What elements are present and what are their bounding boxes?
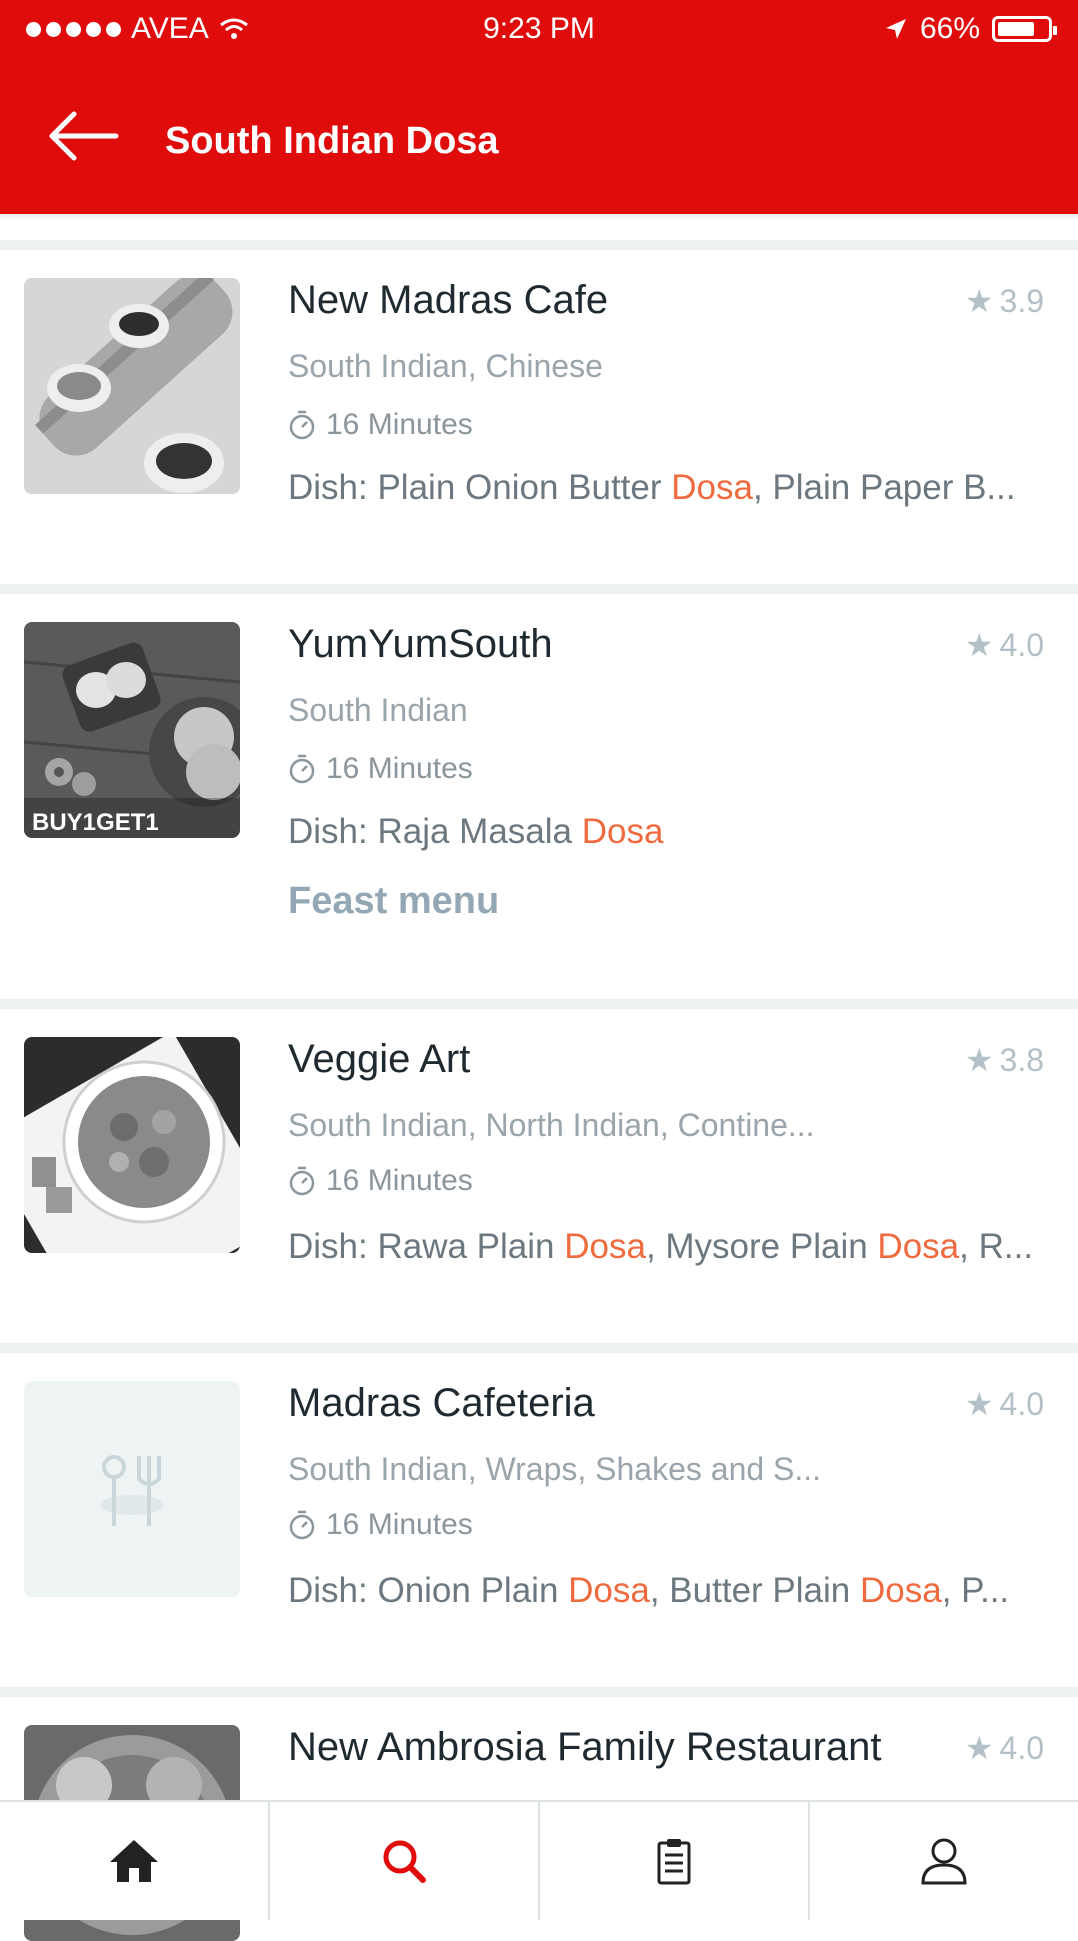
dish-text: Dish: Onion Plain [288,1571,569,1610]
dish-line: Dish: Plain Onion Butter Dosa, Plain Pap… [288,468,1016,508]
dish-keyword-highlight: Dosa [859,1571,942,1610]
divider [0,1343,1078,1353]
location-arrow-icon [885,19,906,39]
cuisine: South Indian, Wraps, Shakes and S... [288,1451,822,1487]
header-shadow [0,214,1078,250]
dish-line: Dish: Onion Plain Dosa, Butter Plain Dos… [288,1571,1009,1611]
divider [0,999,1078,1009]
dish-keyword-highlight: Dosa [877,1227,960,1266]
dish-text: , Butter Plain [649,1571,860,1610]
cutlery-icon [100,1455,164,1526]
delivery-time: 16 Minutes [288,1508,473,1542]
restaurant-card[interactable]: Veggie Art ★ 3.8 South Indian, North Ind… [0,1009,1078,1343]
cuisine: South Indian [288,692,468,728]
restaurant-card[interactable]: Madras Cafeteria ★ 4.0 South Indian, Wra… [0,1353,1078,1687]
restaurant-card[interactable]: BUY1GET1 YumYumSouth ★ 4.0 South Indian … [0,594,1078,999]
restaurant-image [24,1037,240,1253]
restaurant-name: New Madras Cafe [288,278,609,322]
battery-icon [992,16,1057,42]
page-title: South Indian Dosa [165,120,499,162]
dish-text: Dish: Plain Onion Butter [288,468,672,507]
dish-text: , P... [941,1571,1010,1610]
rating-value: 4.0 [999,1729,1044,1766]
nav-home[interactable] [0,1802,270,1920]
bottom-nav [0,1800,1078,1920]
star-icon: ★ [964,1730,994,1766]
dish-text: , Mysore Plain [645,1227,878,1266]
delivery-time: 16 Minutes [288,752,473,786]
star-icon: ★ [964,1042,994,1078]
rating-value: 4.0 [999,626,1044,663]
dish-keyword-highlight: Dosa [564,1227,646,1266]
cuisine: South Indian, Chinese [288,348,603,384]
nav-profile[interactable] [810,1802,1078,1920]
rating: ★ 4.0 [965,1729,1044,1767]
star-icon: ★ [964,283,994,319]
restaurant-card[interactable]: New Madras Cafe ★ 3.9 South Indian, Chin… [0,250,1078,584]
dish-text: , R... [959,1227,1034,1266]
restaurant-list: New Madras Cafe ★ 3.9 South Indian, Chin… [0,250,1078,1941]
stopwatch-icon [289,1510,315,1540]
time-label: 16 Minutes [326,1164,473,1197]
search-icon [383,1840,426,1883]
rating: ★ 3.8 [965,1041,1044,1079]
restaurant-name: Veggie Art [288,1037,471,1081]
dish-line: Dish: Rawa Plain Dosa, Mysore Plain Dosa… [288,1227,1033,1267]
star-icon: ★ [964,627,994,663]
rating: ★ 4.0 [965,626,1044,664]
profile-icon [921,1838,967,1885]
nav-search[interactable] [270,1802,540,1920]
rating: ★ 4.0 [965,1385,1044,1423]
dish-text: Dish: Raja Masala [288,812,582,851]
battery-percent: 66% [919,12,980,45]
restaurant-name: YumYumSouth [288,622,553,666]
star-icon: ★ [964,1386,994,1422]
dish-text: , Plain Paper B... [752,468,1016,507]
back-button[interactable] [44,106,124,166]
rating: ★ 3.9 [965,282,1044,320]
stopwatch-icon [289,410,315,440]
rating-value: 3.9 [999,282,1044,319]
restaurant-name: Madras Cafeteria [288,1381,595,1425]
feast-menu-link[interactable]: Feast menu [288,880,499,923]
restaurant-image [24,278,240,494]
rating-value: 4.0 [999,1385,1044,1422]
time-label: 16 Minutes [326,408,473,441]
stopwatch-icon [289,1166,315,1196]
divider [0,584,1078,594]
divider [0,1687,1078,1697]
status-bar: AVEA 9:23 PM 66% [0,0,1078,64]
cuisine: South Indian, North Indian, Contine... [288,1107,815,1143]
dish-keyword-highlight: Dosa [568,1571,650,1610]
restaurant-image-placeholder [24,1381,240,1597]
restaurant-name: New Ambrosia Family Restaurant [288,1725,882,1769]
dish-keyword-highlight: Dosa [671,468,753,507]
rating-value: 3.8 [999,1041,1044,1078]
time-label: 16 Minutes [326,752,473,785]
delivery-time: 16 Minutes [288,408,473,442]
back-arrow-icon [49,111,119,161]
restaurant-image: BUY1GET1 [24,622,240,838]
dish-text: Dish: Rawa Plain [288,1227,565,1266]
status-right: 66% [884,12,1057,46]
offer-badge: BUY1GET1 [32,809,159,836]
stopwatch-icon [289,754,315,784]
delivery-time: 16 Minutes [288,1164,473,1198]
nav-orders[interactable] [540,1802,810,1920]
time-label: 16 Minutes [326,1508,473,1541]
app-bar: South Indian Dosa [0,64,1078,214]
dish-keyword-highlight: Dosa [581,812,664,851]
orders-icon [657,1839,691,1885]
dish-line: Dish: Raja Masala Dosa [288,812,663,852]
home-icon [110,1840,158,1882]
